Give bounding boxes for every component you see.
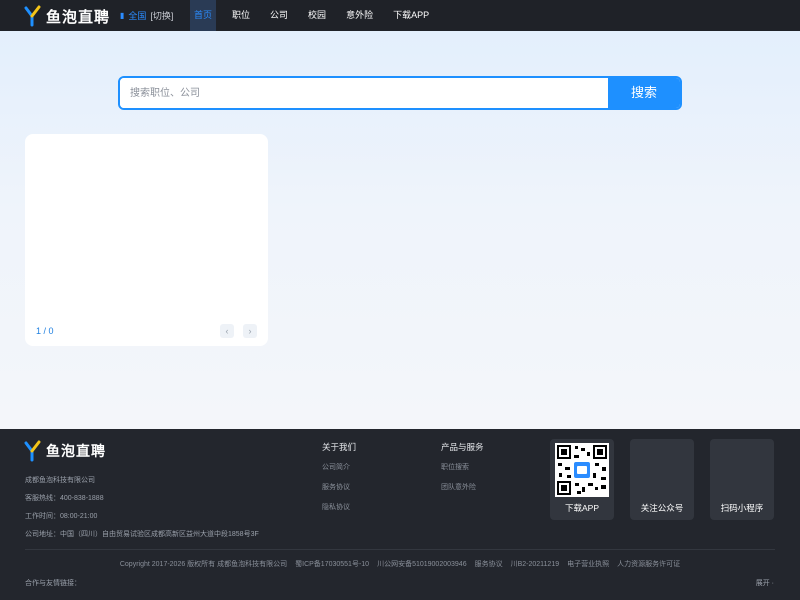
qr-mini-program[interactable]: 扫码小程序 <box>710 439 774 520</box>
search-bar: 搜索 <box>118 76 682 110</box>
qr-wechat-official[interactable]: 关注公众号 <box>630 439 694 520</box>
footer-icp-link[interactable]: 蜀ICP备17030551号-10 <box>295 559 369 569</box>
nav-item-jobs[interactable]: 职位 <box>228 0 254 31</box>
footer-link-company-intro[interactable]: 公司简介 <box>322 462 356 472</box>
banner-carousel: 1 / 0 ‹ › <box>25 134 268 346</box>
footer-link-job-search[interactable]: 职位搜索 <box>441 462 484 472</box>
nav-item-campus[interactable]: 校园 <box>304 0 330 31</box>
footer-legal-row: Copyright 2017-2026 版权所有 成都鱼泡科技有限公司 蜀ICP… <box>0 559 800 569</box>
qr-label-mini-program: 扫码小程序 <box>720 503 764 513</box>
footer-police-record-link[interactable]: 川公网安备51019002003946 <box>377 559 467 569</box>
location-pin-icon: ▮ <box>120 11 125 20</box>
fish-logo-icon <box>24 5 42 27</box>
main-nav: 首页 职位 公司 校园 意外险 下载APP <box>190 0 445 31</box>
footer-logo-text: 鱼泡直聘 <box>46 443 106 459</box>
nav-item-insurance[interactable]: 意外险 <box>342 0 377 31</box>
qr-label-wechat-official: 关注公众号 <box>640 503 684 513</box>
city-selector[interactable]: ▮ 全国 [切换] <box>120 9 173 22</box>
footer-address: 公司地址：中国（四川）自由贸易试验区成都高新区益州大道中段1858号3F <box>25 531 259 538</box>
qr-download-app[interactable]: 下载APP <box>550 439 614 520</box>
top-navbar: 鱼泡直聘 ▮ 全国 [切换] 首页 职位 公司 校园 意外险 下载APP <box>0 0 800 31</box>
footer-hr-license-link[interactable]: 人力资源服务许可证 <box>617 559 680 569</box>
footer-hotline: 客服热线：400-838-1888 <box>25 495 104 502</box>
footer-products-title: 产品与服务 <box>441 442 484 452</box>
city-switch-link[interactable]: [切换] <box>150 9 173 22</box>
footer-friend-links-label: 合作与友情链接： <box>25 580 81 587</box>
footer-b2-license-link[interactable]: 川B2-20211219 <box>511 559 560 569</box>
nav-item-home[interactable]: 首页 <box>190 0 217 31</box>
footer-expand-button[interactable]: 展开 · <box>756 578 774 588</box>
search-button[interactable]: 搜索 <box>608 78 680 108</box>
footer-service-agreement-link[interactable]: 服务协议 <box>475 559 503 569</box>
footer-hours: 工作时间：08:00-21:00 <box>25 513 98 520</box>
footer-products-column: 产品与服务 职位搜索 团队意外险 <box>441 441 484 502</box>
site-logo[interactable]: 鱼泡直聘 <box>24 5 110 27</box>
carousel-next-button[interactable]: › <box>243 324 257 338</box>
footer-logo: 鱼泡直聘 <box>24 440 106 462</box>
city-name: 全国 <box>128 11 147 21</box>
footer-link-service-agreement[interactable]: 服务协议 <box>322 482 356 492</box>
footer-about-column: 关于我们 公司简介 服务协议 隐私协议 <box>322 441 356 522</box>
nav-item-download-app[interactable]: 下载APP <box>389 0 433 31</box>
qr-code-icon <box>555 443 609 497</box>
nav-item-companies[interactable]: 公司 <box>266 0 292 31</box>
footer-link-team-insurance[interactable]: 团队意外险 <box>441 482 484 492</box>
hero-section: 搜索 1 / 0 ‹ › <box>0 31 800 429</box>
footer-about-title: 关于我们 <box>322 442 357 452</box>
carousel-prev-button[interactable]: ‹ <box>220 324 234 338</box>
footer-divider <box>25 549 775 550</box>
footer-copyright: Copyright 2017-2026 版权所有 成都鱼泡科技有限公司 <box>119 561 288 568</box>
footer-business-license-link[interactable]: 电子营业执照 <box>567 559 609 569</box>
footer-company-name: 成都鱼泡科技有限公司 <box>25 477 95 484</box>
search-input[interactable] <box>120 78 610 108</box>
fish-logo-icon <box>24 440 42 462</box>
qr-label-download-app: 下载APP <box>564 503 599 513</box>
logo-text: 鱼泡直聘 <box>46 8 111 26</box>
carousel-pager: 1 / 0 <box>36 326 54 336</box>
site-footer: 鱼泡直聘 成都鱼泡科技有限公司 客服热线：400-838-1888 工作时间：0… <box>0 429 800 600</box>
footer-link-privacy[interactable]: 隐私协议 <box>322 502 356 512</box>
